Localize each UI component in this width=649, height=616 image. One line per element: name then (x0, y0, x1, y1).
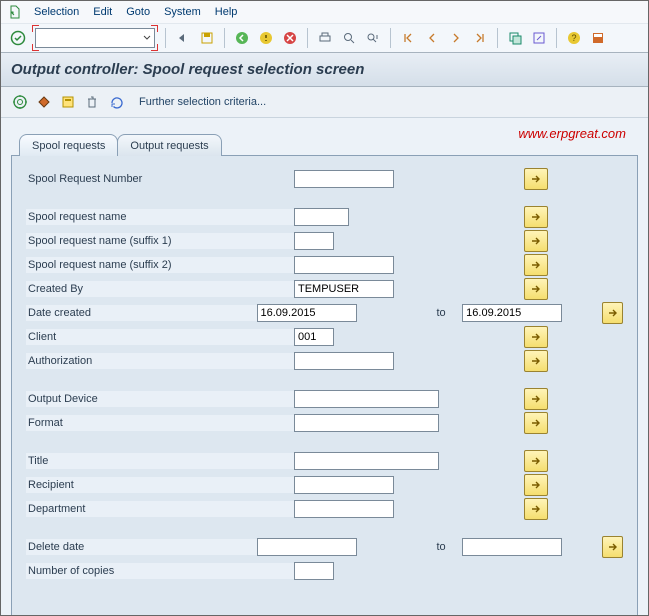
input-format[interactable] (294, 414, 439, 432)
input-out-device[interactable] (294, 390, 439, 408)
content-area: www.erpgreat.com Spool requests Output r… (1, 118, 648, 615)
page-title: Output controller: Spool request selecti… (11, 61, 638, 78)
multi-suffix1[interactable] (524, 230, 548, 252)
sap-window: Selection Edit Goto System Help (0, 0, 649, 616)
input-auth[interactable] (294, 352, 394, 370)
input-date-from[interactable] (257, 304, 357, 322)
further-criteria-link[interactable]: Further selection criteria... (139, 96, 266, 108)
last-page-icon[interactable] (469, 27, 491, 49)
label-to-delete: to (437, 541, 463, 553)
label-suffix2: Spool request name (suffix 2) (26, 257, 294, 273)
multi-recipient[interactable] (524, 474, 548, 496)
refresh-icon[interactable] (105, 91, 127, 113)
find-next-icon[interactable] (362, 27, 384, 49)
variant-icon[interactable] (33, 91, 55, 113)
chevron-down-icon (143, 34, 151, 42)
cancel-icon[interactable] (279, 27, 301, 49)
input-spool-no[interactable] (294, 170, 394, 188)
input-suffix2[interactable] (294, 256, 394, 274)
layout-icon[interactable] (587, 27, 609, 49)
label-auth: Authorization (26, 353, 294, 369)
tab-body: Spool Request Number Spool request name … (11, 155, 638, 615)
get-variant-icon[interactable] (57, 91, 79, 113)
label-req-name: Spool request name (26, 209, 294, 225)
input-department[interactable] (294, 500, 394, 518)
multi-department[interactable] (524, 498, 548, 520)
multi-out-device[interactable] (524, 388, 548, 410)
help-icon[interactable]: ? (563, 27, 585, 49)
execute-icon[interactable] (9, 91, 31, 113)
label-delete-date: Delete date (26, 539, 257, 555)
back-icon[interactable] (172, 27, 194, 49)
delete-icon[interactable] (81, 91, 103, 113)
new-session-icon[interactable] (504, 27, 526, 49)
multi-format[interactable] (524, 412, 548, 434)
input-copies[interactable] (294, 562, 334, 580)
exit-icon[interactable] (255, 27, 277, 49)
label-client: Client (26, 329, 294, 345)
label-to-date: to (437, 307, 463, 319)
label-out-device: Output Device (26, 391, 294, 407)
menu-system[interactable]: System (158, 4, 207, 20)
title-bar: Output controller: Spool request selecti… (1, 53, 648, 87)
enter-button[interactable] (7, 27, 29, 49)
multi-title[interactable] (524, 450, 548, 472)
label-title: Title (26, 453, 294, 469)
input-created-by[interactable] (294, 280, 394, 298)
label-department: Department (26, 501, 294, 517)
multi-req-name[interactable] (524, 206, 548, 228)
input-client[interactable] (294, 328, 334, 346)
menu-context-icon[interactable] (7, 5, 22, 20)
tab-spool-requests[interactable]: Spool requests (19, 134, 118, 156)
svg-text:?: ? (571, 33, 576, 43)
prev-page-icon[interactable] (421, 27, 443, 49)
next-page-icon[interactable] (445, 27, 467, 49)
menu-bar: Selection Edit Goto System Help (1, 1, 648, 23)
find-icon[interactable] (338, 27, 360, 49)
label-format: Format (26, 415, 294, 431)
input-title[interactable] (294, 452, 439, 470)
back-green-icon[interactable] (231, 27, 253, 49)
menu-help[interactable]: Help (209, 4, 244, 20)
app-toolbar: Further selection criteria... (1, 87, 648, 118)
save-icon[interactable] (196, 27, 218, 49)
multi-auth[interactable] (524, 350, 548, 372)
multi-delete-date[interactable] (602, 536, 623, 558)
menu-goto[interactable]: Goto (120, 4, 156, 20)
first-page-icon[interactable] (397, 27, 419, 49)
menu-edit[interactable]: Edit (87, 4, 118, 20)
print-icon[interactable] (314, 27, 336, 49)
input-suffix1[interactable] (294, 232, 334, 250)
label-created-by: Created By (26, 281, 294, 297)
command-field[interactable] (35, 28, 155, 48)
menu-selection[interactable]: Selection (28, 4, 85, 20)
label-recipient: Recipient (26, 477, 294, 493)
standard-toolbar: ? (1, 23, 648, 53)
input-delete-to[interactable] (462, 538, 562, 556)
input-date-to[interactable] (462, 304, 562, 322)
tab-output-requests[interactable]: Output requests (117, 134, 221, 156)
label-date-created: Date created (26, 305, 257, 321)
multi-created-by[interactable] (524, 278, 548, 300)
multi-suffix2[interactable] (524, 254, 548, 276)
multi-spool-no[interactable] (524, 168, 548, 190)
input-delete-from[interactable] (257, 538, 357, 556)
multi-client[interactable] (524, 326, 548, 348)
input-recipient[interactable] (294, 476, 394, 494)
multi-date[interactable] (602, 302, 623, 324)
label-spool-no: Spool Request Number (26, 171, 294, 187)
input-req-name[interactable] (294, 208, 349, 226)
watermark-text: www.erpgreat.com (518, 126, 626, 141)
shortcut-icon[interactable] (528, 27, 550, 49)
label-copies: Number of copies (26, 563, 294, 579)
label-suffix1: Spool request name (suffix 1) (26, 233, 294, 249)
